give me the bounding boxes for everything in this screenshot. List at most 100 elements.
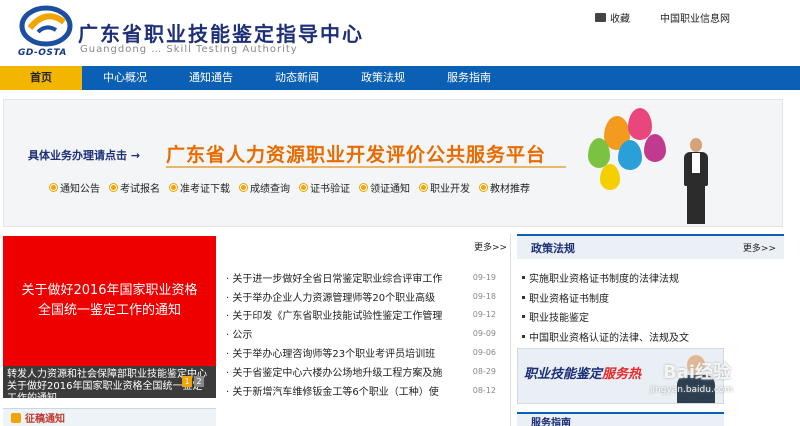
figure-legs [687, 186, 705, 224]
banner-underline [166, 166, 566, 168]
banner-lead-text: 具体业务办理请点击 [28, 149, 127, 162]
list-item[interactable]: 实施职业资格证书制度的法律法规 [522, 268, 782, 288]
news-title: · 关于印发《广东省职业技能试验性鉴定工作管理 [226, 311, 443, 323]
news-date: 09-06 [472, 348, 496, 358]
bullet-icon [522, 334, 525, 338]
favorite-link[interactable]: 收藏 [595, 10, 630, 25]
bullet-icon [360, 184, 367, 191]
nav-home[interactable]: 首页 [0, 66, 82, 90]
site-header: GD-OSTA 广东省职业技能鉴定指导中心 Guangdong … Skill … [0, 0, 800, 66]
list-item[interactable]: 职业资格证书制度 [522, 288, 782, 308]
banner-link-certificate-verify[interactable]: 证书验证 [300, 180, 350, 195]
policy-list: 实施职业资格证书制度的法律法规 职业资格证书制度 职业技能鉴定 中国职业资格认证… [522, 268, 782, 346]
bullet-icon [522, 315, 525, 319]
pager-page-2[interactable]: 2 [194, 376, 204, 387]
balloon-decoration [600, 164, 620, 190]
figure-shirt [692, 153, 700, 173]
banner-link-career-development[interactable]: 职业开发 [420, 180, 470, 195]
list-item[interactable]: · 关于举办心理咨询师等23个职业考评员培训班 09-06 [226, 343, 496, 362]
policy-item-label: 职业技能鉴定 [529, 313, 589, 325]
news-title: · 关于举办企业人力资源管理师等20个职业高级 [226, 292, 436, 304]
news-title: · 关于进一步做好全省日常鉴定职业综合评审工作 [226, 273, 443, 285]
banner-link-admission-download[interactable]: 准考证下载 [170, 180, 230, 195]
banner-link-label: 通知公告 [60, 184, 100, 195]
news-more-link[interactable]: 更多>> [474, 240, 507, 253]
column-divider [510, 234, 511, 426]
banner-link-label: 领证通知 [370, 184, 410, 195]
policy-title[interactable]: 政策法规 [531, 240, 575, 256]
banner-link-textbooks[interactable]: 教材推荐 [480, 180, 530, 195]
nav-policy[interactable]: 政策法规 [340, 66, 426, 90]
service-platform-banner[interactable]: 具体业务办理请点击 → 广东省人力资源职业开发评价公共服务平台 通知公告 考试报… [3, 99, 783, 227]
watermark-url: jingyan.baidu.com [650, 385, 734, 395]
service-text: 职业技能鉴定服务热 [524, 363, 641, 382]
nav-news[interactable]: 动态新闻 [254, 66, 340, 90]
bullet-icon [522, 295, 525, 299]
china-job-net-link[interactable]: 中国职业信息网 [660, 10, 730, 25]
news-title: · 关于省鉴定中心六楼办公场地升级工程方案及施 [226, 367, 443, 379]
news-list: · 关于进一步做好全省日常鉴定职业综合评审工作 09-19 · 关于举办企业人力资… [226, 268, 496, 400]
logo-text: GD-OSTA [18, 48, 67, 58]
arrow-right-icon: → [130, 149, 141, 162]
businessman-figure [681, 138, 711, 226]
policy-header: 政策法规 更多>> [517, 234, 784, 259]
bullet-icon [170, 184, 177, 191]
banner-title[interactable]: 广东省人力资源职业开发评价公共服务平台 [166, 140, 546, 167]
list-item[interactable]: · 关于新增汽车维修钣金工等6个职业（工种）使 08-12 [226, 381, 496, 400]
balloon-decoration [644, 134, 666, 162]
balloon-decoration [618, 140, 642, 170]
banner-link-score-query[interactable]: 成绩查询 [240, 180, 290, 195]
news-title: · 公示 [226, 330, 253, 342]
bullet-icon [110, 184, 117, 191]
news-date: 09-19 [472, 272, 496, 282]
news-date: 09-12 [472, 310, 496, 320]
news-date: 09-09 [472, 329, 496, 339]
list-item[interactable]: · 关于印发《广东省职业技能试验性鉴定工作管理 09-12 [226, 306, 496, 325]
banner-link-label: 成绩查询 [250, 184, 290, 195]
feature-pager: 1 2 [182, 376, 204, 387]
pager-page-1[interactable]: 1 [182, 376, 192, 387]
list-item[interactable]: 中国职业资格认证的法律、法规及文 [522, 327, 782, 347]
nav-service-guide[interactable]: 服务指南 [426, 66, 512, 90]
pencil-icon [11, 412, 21, 423]
list-item[interactable]: · 关于进一步做好全省日常鉴定职业综合评审工作 09-19 [226, 268, 496, 287]
policy-item-label: 实施职业资格证书制度的法律法规 [529, 274, 679, 286]
banner-link-label: 教材推荐 [490, 184, 530, 195]
list-item[interactable]: · 公示 09-09 [226, 324, 496, 343]
nav-center-overview[interactable]: 中心概况 [82, 66, 168, 90]
list-item[interactable]: 职业技能鉴定 [522, 307, 782, 327]
banner-link-registration[interactable]: 考试报名 [110, 180, 160, 195]
banner-links: 通知公告 考试报名 准考证下载 成绩查询 证书验证 领证通知 职业开发 教材推荐 [50, 180, 530, 195]
service-guide-header[interactable]: 服务指南 [517, 412, 724, 426]
watermark-logo: Bai经验 [663, 362, 732, 383]
bullet-icon [240, 184, 247, 191]
bullet-icon [480, 184, 487, 191]
policy-item-label: 职业资格证书制度 [529, 293, 609, 305]
policy-item-label: 中国职业资格认证的法律、法规及文 [529, 332, 689, 344]
site-title: 广东省职业技能鉴定指导中心 [78, 22, 364, 46]
bullet-icon [522, 276, 525, 280]
favorite-label: 收藏 [610, 14, 630, 25]
banner-link-label: 考试报名 [120, 184, 160, 195]
banner-link-notices[interactable]: 通知公告 [50, 180, 100, 195]
solicit-section[interactable]: 征稿通知 [3, 408, 216, 426]
nav-notices[interactable]: 通知通告 [168, 66, 254, 90]
list-item[interactable]: · 关于省鉴定中心六楼办公场地升级工程方案及施 08-29 [226, 362, 496, 381]
news-title: · 关于举办心理咨询师等23个职业考评员培训班 [226, 349, 436, 361]
banner-link-certificate-pickup[interactable]: 领证通知 [360, 180, 410, 195]
banner-link-label: 职业开发 [430, 184, 470, 195]
banner-lead: 具体业务办理请点击 → [28, 147, 140, 163]
figure-head [690, 138, 702, 152]
bullet-icon [420, 184, 427, 191]
banner-link-label: 准考证下载 [180, 184, 230, 195]
solicit-label: 征稿通知 [25, 414, 65, 425]
feature-slide[interactable]: 关于做好2016年国家职业资格全国统一鉴定工作的通知 [3, 236, 216, 366]
bullet-icon [300, 184, 307, 191]
news-date: 08-29 [472, 366, 496, 376]
policy-more-link[interactable]: 更多>> [743, 241, 776, 254]
bullet-icon [50, 184, 57, 191]
site-subtitle: Guangdong … Skill Testing Authority [80, 44, 298, 55]
news-date: 08-12 [472, 385, 496, 395]
top-links: 收藏 中国职业信息网 [595, 10, 730, 25]
list-item[interactable]: · 关于举办企业人力资源管理师等20个职业高级 09-18 [226, 287, 496, 306]
